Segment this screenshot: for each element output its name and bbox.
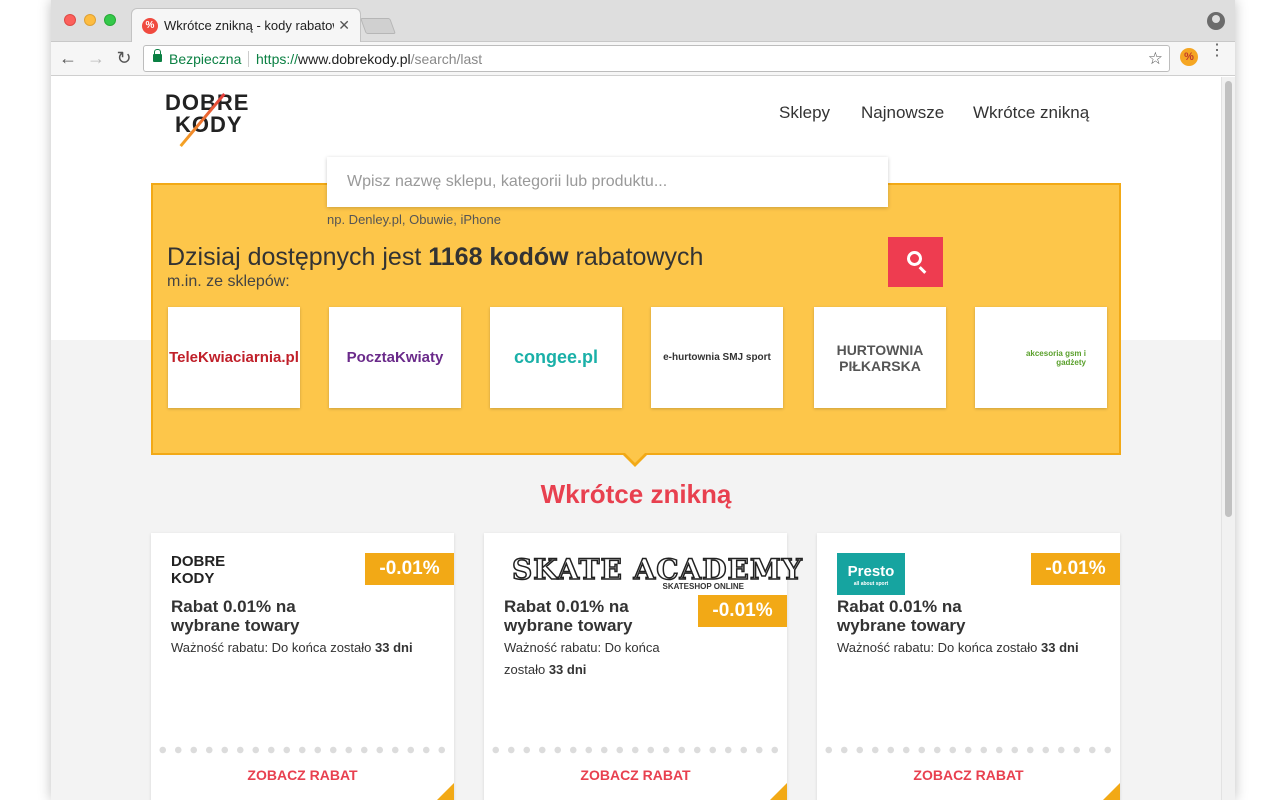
nav-link-sklepy[interactable]: Sklepy [779, 103, 830, 123]
url-text[interactable]: https://www.dobrekody.pl/search/last [256, 51, 482, 67]
logo-line-2: KODY [175, 112, 243, 137]
hero-pointer-arrow [621, 451, 649, 467]
favicon-icon: % [142, 18, 158, 34]
tab-title: Wkrótce znikną - kody rabatowe [164, 18, 334, 33]
coupon-validity: Ważność rabatu: Do końca zostało 33 dni [171, 637, 431, 659]
validity-days: 33 dni [548, 662, 587, 677]
coupon-title: Rabat 0.01% na wybrane towary [171, 597, 300, 635]
see-discount-button[interactable]: ZOBACZ RABAT [484, 767, 787, 783]
store-logo: PocztaKwiaty [346, 349, 444, 366]
section-title: Wkrótce znikną [540, 479, 732, 509]
tab-close-icon[interactable]: ✕ [338, 17, 350, 34]
coupon-store-logo: DOBRE KODY [171, 553, 241, 595]
maximize-window-button[interactable] [104, 14, 116, 26]
nav-link-wkrotce-znikna[interactable]: Wkrótce znikną [973, 103, 1089, 123]
discount-badge: -0.01% [1031, 553, 1120, 585]
coupon-store-logo: SKATE ACADEMY SKATESHOP ONLINE [511, 552, 802, 593]
store-logo: akcesoria gsm i gadżety [1025, 348, 1086, 367]
store-tile-akcesoria-gsm[interactable]: akcesoria gsm i gadżety [975, 307, 1107, 408]
hero-headline: Dzisiaj dostępnych jest 1168 kodów rabat… [167, 243, 703, 272]
store-logo: congee.pl [513, 347, 598, 367]
search-box [327, 157, 943, 287]
reload-icon[interactable]: ↻ [113, 48, 135, 68]
perforation-divider [155, 746, 450, 754]
store-logo: HURTOWNIA PIŁKARSKA [836, 341, 924, 374]
validity-label: Ważność rabatu: Do końca zostało [171, 640, 376, 655]
browser-menu-icon[interactable]: ⋮ [1209, 43, 1225, 59]
validity-days: 33 dni [375, 640, 413, 655]
coupon-store-name: Presto [847, 563, 895, 580]
title-bar: % Wkrótce znikną - kody rabatowe ✕ [51, 0, 1235, 42]
profile-icon[interactable] [1207, 12, 1225, 30]
perforation-divider [488, 746, 783, 754]
site-logo[interactable]: DOBRE KODY [165, 88, 269, 148]
coupon-validity: Ważność rabatu: Do końca zostało 33 dni [504, 637, 684, 681]
store-logo: e-hurtownia SMJ sport [663, 352, 771, 363]
card-corner-decoration [436, 783, 454, 800]
coupon-store-subtitle: all about sport [853, 581, 889, 587]
headline-count: 1168 kodów [428, 243, 569, 271]
coupon-card[interactable]: SKATE ACADEMY SKATESHOP ONLINE -0.01% Ra… [484, 533, 803, 800]
store-tile-telekwiaciarnia[interactable]: TeleKwiaciarnia.pl [168, 307, 300, 408]
headline-suffix: rabatowych [568, 243, 704, 271]
coupon-store-subtitle: SKATESHOP ONLINE [662, 582, 745, 591]
back-arrow-icon[interactable]: ← [57, 48, 79, 68]
address-bar[interactable]: Bezpieczna https://www.dobrekody.pl/sear… [143, 45, 1170, 72]
url-scheme: https:// [256, 51, 299, 67]
extension-icon[interactable]: % [1180, 48, 1198, 66]
coupon-title: Rabat 0.01% na wybrane towary [504, 597, 633, 635]
headline-prefix: Dzisiaj dostępnych jest [167, 243, 429, 271]
validity-label: Ważność rabatu: Do końca zostało [837, 640, 1042, 655]
discount-badge: -0.01% [365, 553, 454, 585]
perforation-divider [821, 746, 1116, 754]
store-tile-congee[interactable]: congee.pl [490, 307, 622, 408]
page-scrollbar[interactable] [1221, 77, 1235, 800]
coupon-validity: Ważność rabatu: Do końca zostało 33 dni [837, 637, 1097, 659]
forward-arrow-icon[interactable]: → [85, 48, 107, 68]
discount-badge: -0.01% [698, 595, 787, 627]
card-corner-decoration [1102, 783, 1120, 800]
search-input[interactable] [327, 157, 888, 207]
nav-link-najnowsze[interactable]: Najnowsze [861, 103, 944, 123]
bookmark-star-icon[interactable]: ☆ [1148, 49, 1163, 69]
page-content: DOBRE KODY Sklepy Najnowsze Wkrótce znik… [51, 77, 1221, 800]
search-hint: np. Denley.pl, Obuwie, iPhone [327, 212, 501, 227]
lock-icon [153, 49, 162, 62]
see-discount-button[interactable]: ZOBACZ RABAT [151, 767, 454, 783]
search-icon [907, 251, 922, 266]
hero-subhead: m.in. ze sklepów: [167, 273, 290, 290]
coupon-card[interactable]: DOBRE KODY -0.01% Rabat 0.01% na wybrane… [151, 533, 454, 800]
url-path: /search/last [410, 51, 483, 67]
coupon-card[interactable]: Presto all about sport -0.01% Rabat 0.01… [817, 533, 1120, 800]
secure-label: Bezpieczna [169, 51, 242, 67]
store-logo: TeleKwiaciarnia.pl [169, 349, 299, 366]
store-tile-e-hurtownia[interactable]: e-hurtownia SMJ sport [651, 307, 783, 408]
browser-tab-active[interactable]: % Wkrótce znikną - kody rabatowe ✕ [131, 8, 361, 42]
store-tile-hurtownia-pilkarska[interactable]: HURTOWNIA PIŁKARSKA [814, 307, 946, 408]
coupon-store-name: DOBRE KODY [171, 553, 226, 587]
browser-window: % Wkrótce znikną - kody rabatowe ✕ ← → ↻… [51, 0, 1235, 800]
new-tab-button[interactable] [360, 18, 396, 34]
validity-days: 33 dni [1041, 640, 1079, 655]
minimize-window-button[interactable] [84, 14, 96, 26]
coupon-title: Rabat 0.01% na wybrane towary [837, 597, 966, 635]
coupon-store-logo: Presto all about sport [837, 553, 905, 595]
address-separator [248, 51, 249, 67]
store-tile-pocztakwiaty[interactable]: PocztaKwiaty [329, 307, 461, 408]
card-corner-decoration [769, 783, 787, 800]
url-host: www.dobrekody.pl [298, 51, 411, 67]
scrollbar-thumb[interactable] [1225, 81, 1232, 517]
search-button[interactable] [888, 237, 943, 287]
see-discount-button[interactable]: ZOBACZ RABAT [817, 767, 1120, 783]
close-window-button[interactable] [64, 14, 76, 26]
browser-toolbar: ← → ↻ Bezpieczna https://www.dobrekody.p… [51, 42, 1235, 76]
